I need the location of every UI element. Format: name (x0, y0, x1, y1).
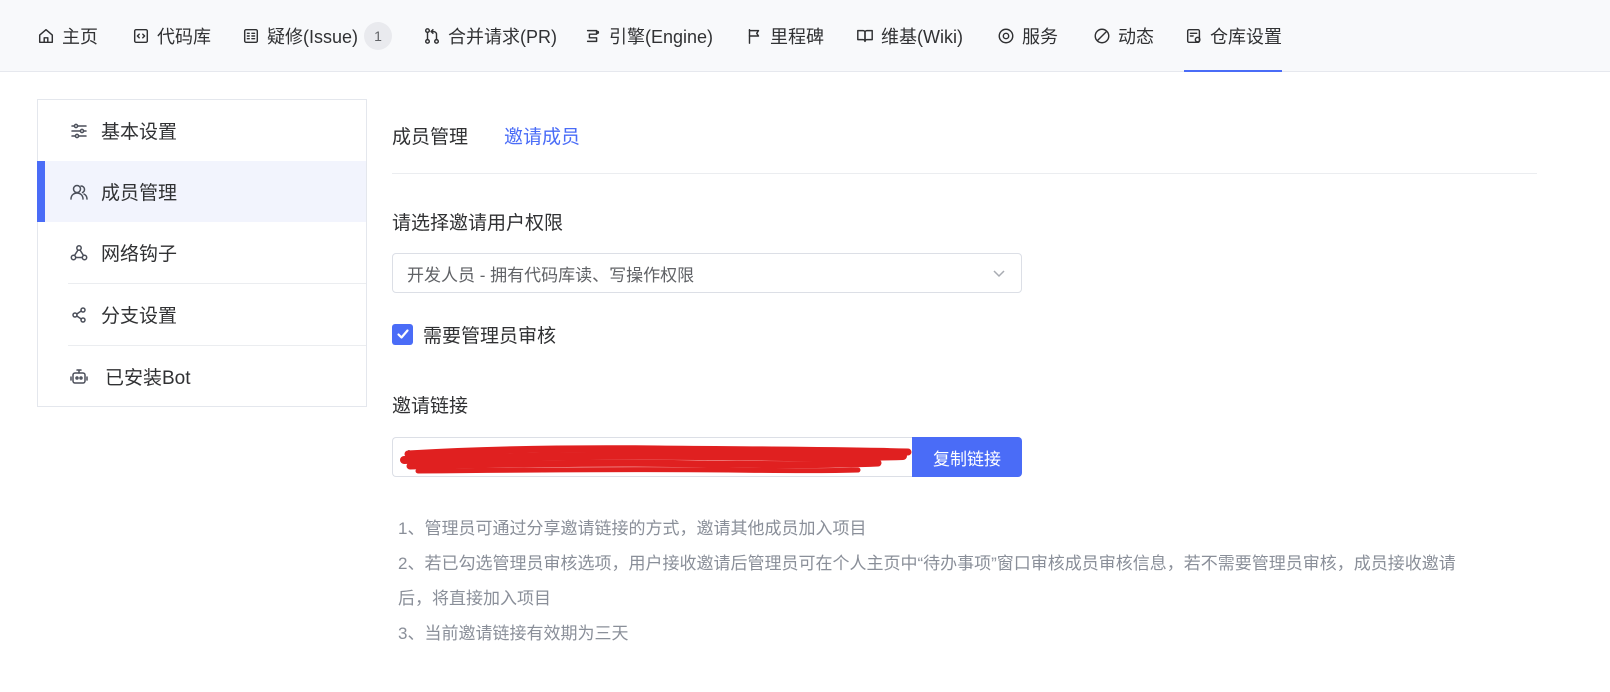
sidebar-item-label: 网络钩子 (101, 244, 178, 265)
nav-item-issue[interactable]: 疑修(Issue) 1 (241, 0, 393, 72)
note-line-1: 1、管理员可通过分享邀请链接的方式，邀请其他成员加入项目 (398, 519, 867, 538)
nav-item-milestone[interactable]: 里程碑 (744, 0, 824, 72)
nav-item-label: 代码库 (157, 27, 211, 47)
nav-item-engine[interactable]: 引擎(Engine) (583, 0, 713, 72)
sidebar-item-label: 已安装Bot (105, 368, 191, 389)
tabs-divider (392, 173, 1537, 174)
require-review-label: 需要管理员审核 (423, 325, 557, 347)
sidebar-item-installed-bots[interactable]: 已安装Bot (38, 346, 366, 407)
require-review-checkbox[interactable] (392, 323, 413, 345)
settings-icon (1184, 26, 1204, 46)
pull-request-icon (422, 26, 442, 46)
members-icon (68, 181, 90, 203)
code-icon (131, 26, 151, 46)
sidebar-item-branch-settings[interactable]: 分支设置 (38, 284, 366, 345)
nav-item-repo-settings[interactable]: 仓库设置 (1184, 0, 1282, 72)
webhook-icon (68, 242, 90, 264)
sidebar-item-basic-settings[interactable]: 基本设置 (38, 100, 366, 161)
nav-item-label: 引擎(Engine) (609, 27, 714, 47)
nav-item-label: 里程碑 (770, 27, 824, 47)
sliders-icon (68, 120, 90, 142)
bot-icon (68, 366, 90, 388)
nav-item-activity[interactable]: 动态 (1092, 0, 1154, 72)
check-icon (396, 329, 409, 339)
invite-link-input[interactable] (392, 437, 914, 477)
settings-sidebar: 基本设置 成员管理 网络钩子 分支设置 已安装Bot (37, 99, 367, 407)
require-review-checkbox-row[interactable]: 需要管理员审核 (392, 322, 557, 347)
nav-item-label: 服务 (1022, 27, 1058, 47)
branch-icon (68, 304, 90, 326)
chevron-down-icon (991, 265, 1007, 281)
flag-icon (744, 26, 764, 46)
nav-item-code[interactable]: 代码库 (131, 0, 211, 72)
nav-item-label: 合并请求(PR) (448, 27, 557, 47)
issue-count-badge: 1 (364, 22, 393, 50)
note-line-2: 2、若已勾选管理员审核选项，用户接收邀请后管理员可在个人主页中“待办事项”窗口审… (398, 554, 1456, 573)
permission-label: 请选择邀请用户权限 (392, 213, 564, 234)
nav-item-label: 仓库设置 (1210, 27, 1282, 47)
permission-select[interactable]: 开发人员 - 拥有代码库读、写操作权限 (392, 253, 1022, 293)
service-icon (996, 26, 1016, 46)
book-icon (855, 26, 875, 46)
sidebar-item-label: 分支设置 (101, 306, 178, 327)
nav-item-label: 主页 (62, 27, 98, 47)
tab-invite-members[interactable]: 邀请成员 (504, 122, 580, 149)
nav-item-service[interactable]: 服务 (996, 0, 1058, 72)
sidebar-item-label: 成员管理 (101, 183, 178, 204)
note-line-3: 后，将直接加入项目 (398, 589, 551, 608)
sidebar-item-members[interactable]: 成员管理 (37, 161, 366, 222)
issue-icon (241, 26, 261, 46)
nav-item-home[interactable]: 主页 (36, 0, 98, 72)
nav-item-label: 疑修(Issue) (267, 27, 359, 47)
nav-item-pull-request[interactable]: 合并请求(PR) (422, 0, 557, 72)
sidebar-item-webhooks[interactable]: 网络钩子 (38, 222, 366, 283)
nav-item-label: 动态 (1118, 27, 1154, 47)
invite-link-label: 邀请链接 (392, 396, 469, 417)
note-line-4: 3、当前邀请链接有效期为三天 (398, 624, 629, 643)
copy-link-button[interactable]: 复制链接 (912, 437, 1022, 477)
activity-icon (1092, 26, 1112, 46)
nav-item-wiki[interactable]: 维基(Wiki) (855, 0, 963, 72)
repo-top-nav: 主页 代码库 疑修(Issue) 1 合并请求(PR) 引擎(Engine) 里… (0, 0, 1610, 72)
nav-item-label: 维基(Wiki) (881, 27, 963, 47)
permission-select-value: 开发人员 - 拥有代码库读、写操作权限 (407, 265, 695, 285)
engine-icon (583, 26, 603, 46)
sidebar-item-label: 基本设置 (101, 122, 178, 143)
tab-members[interactable]: 成员管理 (392, 122, 468, 149)
home-icon (36, 26, 56, 46)
